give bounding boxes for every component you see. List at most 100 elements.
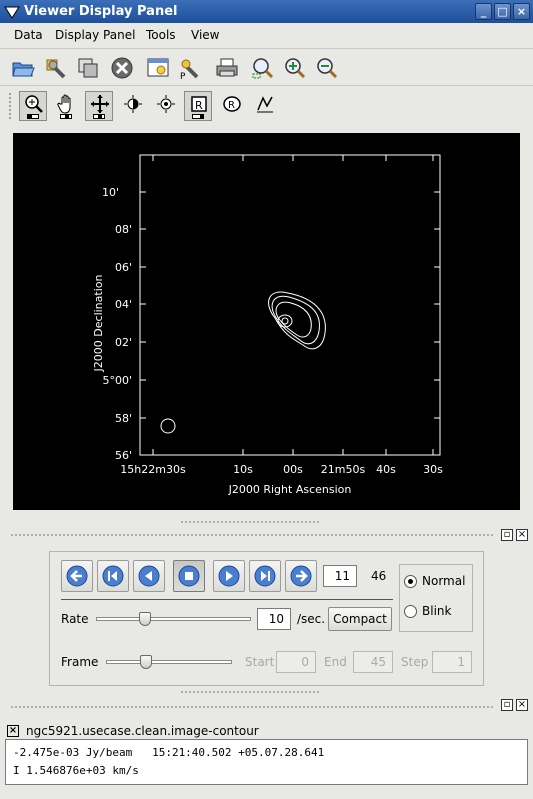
print-button[interactable]	[213, 54, 241, 82]
y-tick-label: 04'	[115, 298, 132, 311]
zoom-out-button[interactable]	[313, 54, 341, 82]
play-forward-button[interactable]	[213, 560, 245, 592]
dock-separator[interactable]	[180, 690, 320, 694]
ellipse-region-button[interactable]: R	[217, 91, 245, 121]
plot-frame	[139, 154, 441, 456]
end-field[interactable]: 45	[353, 651, 393, 673]
close-panel-button[interactable]	[108, 54, 136, 82]
step-back-button[interactable]	[133, 560, 165, 592]
total-frames-label: 46	[371, 569, 387, 583]
blink-mode-radio[interactable]	[404, 605, 417, 618]
mouse-button-indicator	[93, 114, 105, 119]
menu-view[interactable]: View	[191, 28, 219, 42]
x-axis-label: J2000 Right Ascension	[228, 483, 352, 496]
menu-data[interactable]: Data	[14, 28, 43, 42]
tracking-readout: -2.475e-03 Jy/beam 15:21:40.502 +05.07.2…	[5, 739, 528, 785]
polyline-icon	[257, 96, 273, 113]
menu-bar: Data Display Panel Tools View	[0, 23, 533, 47]
close-tracking-icon[interactable]: ×	[7, 725, 19, 737]
zoom-tool-button[interactable]	[19, 91, 47, 121]
normal-mode-radio[interactable]	[404, 575, 417, 588]
rate-label: Rate	[61, 612, 89, 626]
tracking-title: ngc5921.usecase.clean.image-contour	[26, 724, 259, 738]
blink-mode-label[interactable]: Blink	[422, 604, 451, 618]
shift-colormap-button[interactable]	[151, 91, 179, 121]
mouse-button-indicator	[192, 114, 204, 119]
start-field[interactable]: 0	[276, 651, 316, 673]
frame-slider-thumb[interactable]	[140, 655, 153, 669]
close-tracking-button[interactable]: ×	[516, 699, 528, 711]
menu-display-panel[interactable]: Display Panel	[55, 28, 135, 42]
print-options-button[interactable]: P	[176, 54, 204, 82]
mouse-button-indicator	[60, 114, 72, 119]
x-tick-label: 10s	[233, 463, 253, 476]
data-options-button[interactable]	[42, 54, 70, 82]
to-start-button[interactable]	[97, 560, 129, 592]
y-tick-label: 56'	[115, 449, 132, 462]
fast-forward-button[interactable]	[285, 560, 317, 592]
dock-separator[interactable]	[10, 533, 495, 537]
y-axis-label: J2000 Declination	[92, 275, 105, 373]
mouse-tools-toolbar: R R	[0, 87, 533, 123]
zoom-in-button[interactable]	[281, 54, 309, 82]
close-window-button[interactable]: ×	[513, 3, 530, 20]
frame-slider-track[interactable]	[106, 660, 232, 664]
to-end-button[interactable]	[249, 560, 281, 592]
step-label: Step	[401, 655, 429, 669]
rewind-button[interactable]	[61, 560, 93, 592]
step-field[interactable]: 1	[432, 651, 472, 673]
start-label: Start	[245, 655, 275, 669]
animator-divider	[61, 599, 393, 600]
crosshair-move-icon	[91, 95, 109, 113]
image-display[interactable]: 10' 08' 06' 04' 02' 5°00' 58' 56' 15h22m…	[13, 133, 520, 510]
svg-text:R: R	[228, 100, 235, 111]
rewind-to-start-icon	[66, 565, 88, 587]
current-frame-field[interactable]: 11	[323, 565, 357, 587]
mouse-button-indicator	[27, 114, 39, 119]
pan-hand-icon	[57, 94, 71, 114]
undock-animator-button[interactable]: ▫	[501, 529, 513, 541]
crosshair-move-button[interactable]	[85, 91, 113, 121]
pan-tool-button[interactable]	[52, 91, 80, 121]
y-tick-label: 58'	[115, 412, 132, 425]
zoom-tool-icon	[25, 95, 43, 113]
wrench-icon	[46, 59, 66, 79]
dock-separator[interactable]	[10, 705, 495, 709]
panel-options-icon	[147, 58, 169, 77]
tracking-line-1: -2.475e-03 Jy/beam 15:21:40.502 +05.07.2…	[13, 746, 325, 759]
close-panel-icon	[111, 57, 133, 79]
y-tick-label: 06'	[115, 261, 132, 274]
minimize-button[interactable]: _	[475, 3, 492, 20]
tracking-line-2: I 1.546876e+03 km/s	[13, 764, 139, 777]
close-animator-button[interactable]: ×	[516, 529, 528, 541]
status-bar	[0, 787, 533, 799]
zoom-in-icon	[285, 58, 306, 79]
zoom-out-icon	[317, 58, 338, 79]
undock-tracking-button[interactable]: ▫	[501, 699, 513, 711]
rectangle-region-button[interactable]: R	[184, 91, 212, 121]
contrast-tool-button[interactable]	[118, 91, 146, 121]
normal-mode-label[interactable]: Normal	[422, 574, 465, 588]
forward-to-end-icon	[290, 565, 312, 587]
rate-slider-track[interactable]	[96, 617, 251, 621]
zoom-fit-button[interactable]	[249, 54, 277, 82]
stop-button[interactable]	[173, 560, 205, 592]
end-label: End	[324, 655, 347, 669]
polyline-button[interactable]	[250, 91, 278, 121]
frame-label: Frame	[61, 655, 99, 669]
menu-tools[interactable]: Tools	[146, 28, 176, 42]
printer-icon	[216, 58, 238, 77]
maximize-button[interactable]: □	[494, 3, 511, 20]
panel-options-button[interactable]	[144, 54, 172, 82]
open-folder-button[interactable]	[9, 54, 37, 82]
play-forward-icon	[218, 565, 240, 587]
window-titlebar: Viewer Display Panel _ □ ×	[0, 0, 533, 23]
rectangle-region-icon: R	[191, 96, 207, 112]
contour-plot[interactable]: 10' 08' 06' 04' 02' 5°00' 58' 56' 15h22m…	[13, 133, 520, 510]
rate-field[interactable]: 10	[257, 608, 291, 630]
rate-slider-thumb[interactable]	[138, 612, 151, 626]
x-tick-label: 30s	[423, 463, 443, 476]
new-panel-button[interactable]	[74, 54, 102, 82]
dock-separator[interactable]	[180, 520, 320, 524]
compact-button[interactable]: Compact	[328, 607, 392, 631]
